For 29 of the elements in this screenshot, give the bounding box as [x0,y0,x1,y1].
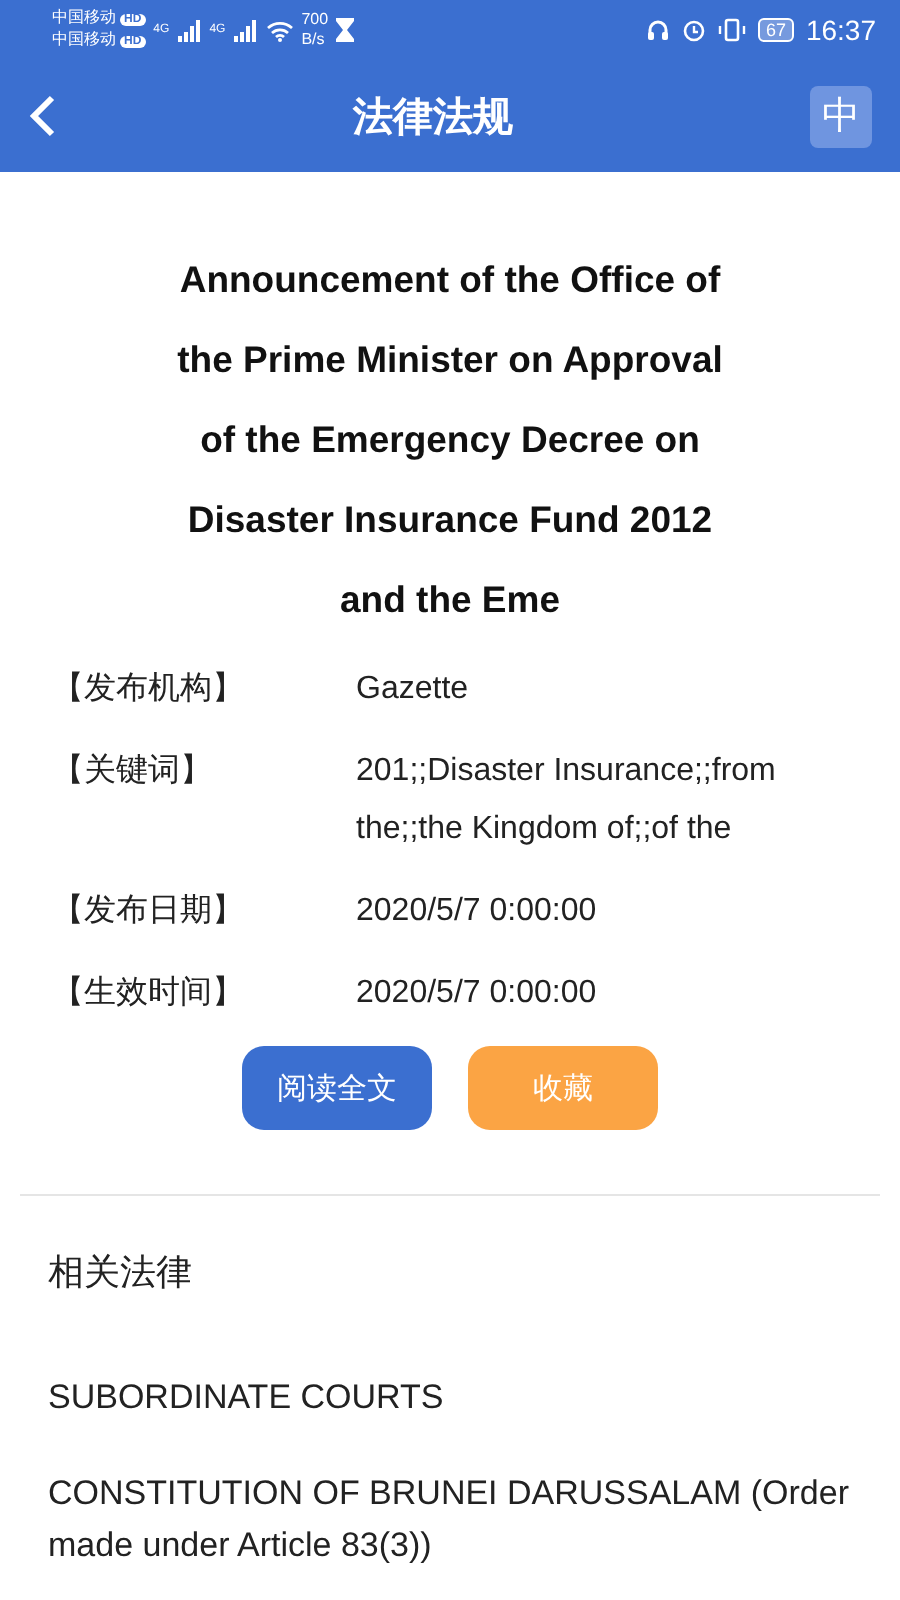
field-label: 【生效时间】 [52,973,246,1014]
read-full-text-button[interactable]: 阅读全文 [242,1046,432,1130]
language-button[interactable]: 中 [810,85,872,147]
battery-level: 67 [757,18,794,42]
back-button[interactable] [28,94,56,138]
field-value: 2020/5/7 0:00:00 [356,974,599,1014]
headphones-icon [645,18,670,42]
signal-icon [233,19,258,41]
field-label: 【关键词】 [52,751,214,792]
carrier-name: 中国移动 [52,30,116,48]
network-speed: 700 [301,10,329,30]
signal-icon [177,19,202,41]
page-title: 法律法规 [353,93,513,143]
hourglass-icon [336,18,355,42]
carrier-name: 中国移动 [52,8,116,26]
field-value: 2020/5/7 0:00:00 [356,892,599,932]
field-value: 201;;Disaster Insurance;;from the;;the Kingdom of;;of the [356,752,778,850]
field-label: 【发布机构】 [52,669,246,710]
network-speed: B/s [301,30,327,50]
wifi-icon [265,19,294,41]
field-label: 【发布日期】 [52,891,246,932]
field-value: Gazette [356,670,471,710]
vibrate-icon [717,18,746,42]
section-heading: 相关法律 [48,1250,194,1296]
clock-time: 16:37 [805,14,876,46]
document-title: Announcement of the Office of the Prime Minister on Approval of the Emergency Decree on Disaster Insurance Fund 2012 and the Eme [175,256,725,624]
related-law-link[interactable]: SUBORDINATE COURTS [48,1372,852,1424]
related-law-link[interactable]: CONSTITUTION OF BRUNEI DARUSSALAM (Order made under Article 83(3)) [48,1468,852,1572]
alarm-icon [681,18,706,42]
